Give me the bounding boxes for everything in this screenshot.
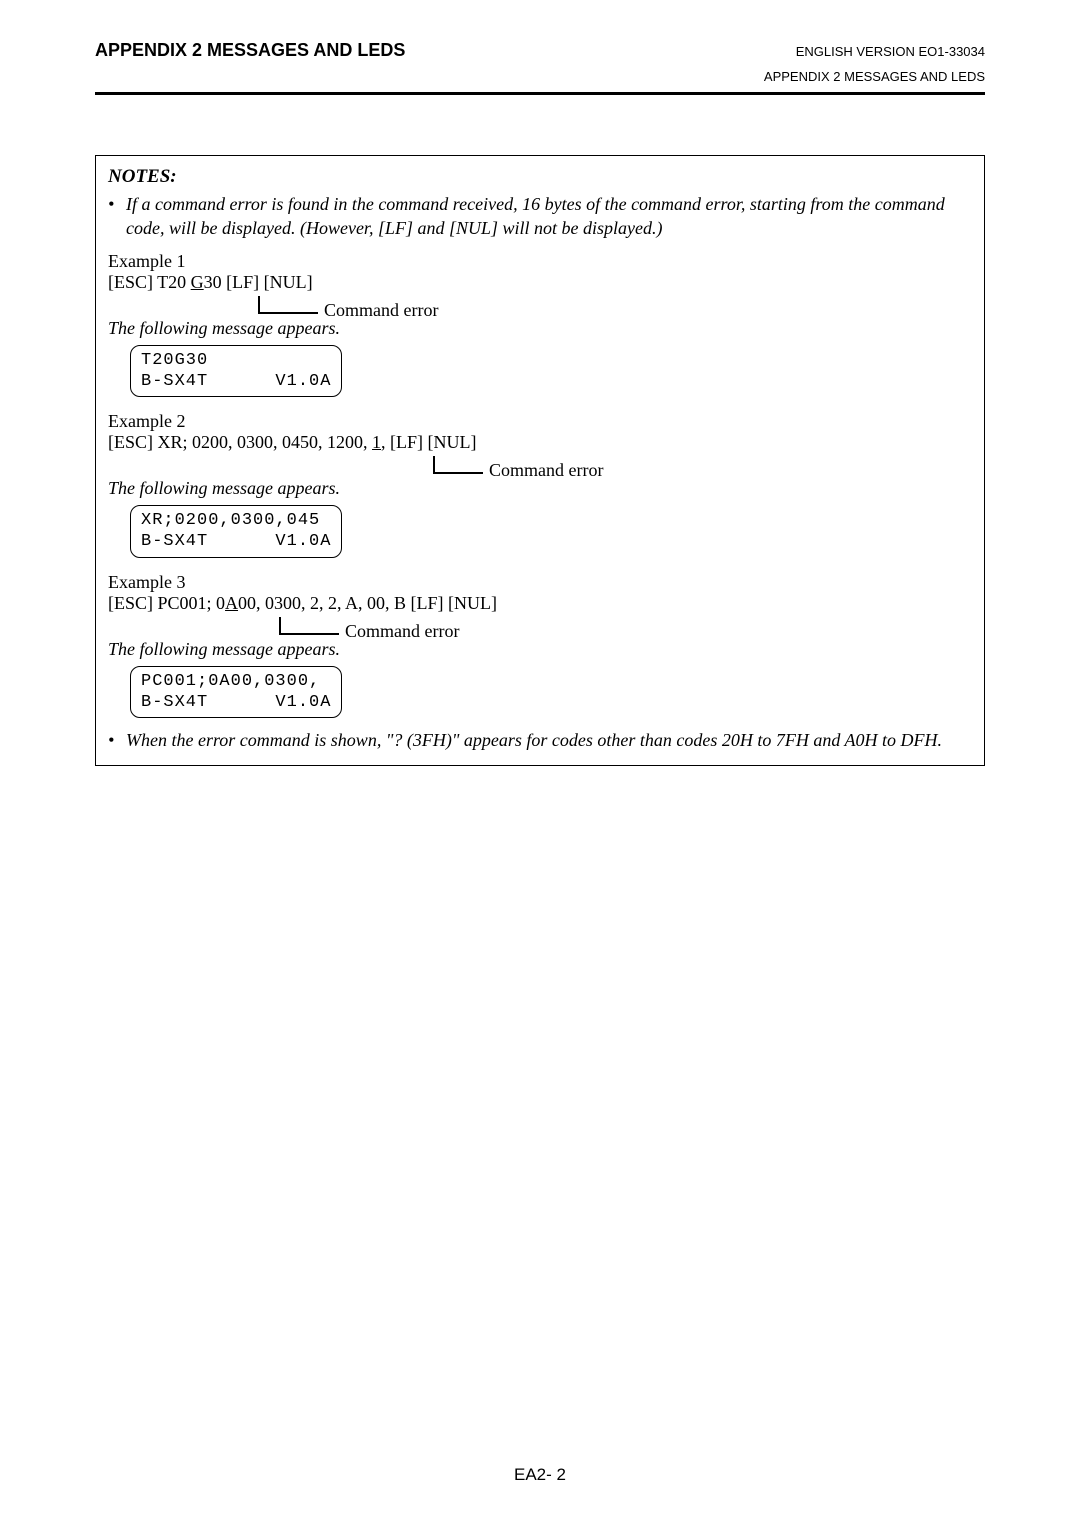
example-1-command: [ESC] T20 G30 [LF] [NUL] [108, 272, 972, 293]
example-2-callout: Command error [433, 453, 972, 474]
example-1-label: Example 1 [108, 251, 972, 272]
cmd-error-char: 1 [372, 432, 381, 452]
lcd-line-2: B-SX4T V1.0A [141, 692, 331, 713]
notes-bullet-2: • When the error command is shown, "? (3… [108, 730, 972, 751]
cmd-pre: [ESC] T20 [108, 272, 191, 292]
callout-bracket-icon [258, 296, 318, 314]
example-2-lcd: XR;0200,0300,045 B-SX4T V1.0A [130, 505, 342, 558]
page-header: APPENDIX 2 MESSAGES AND LEDS ENGLISH VER… [95, 40, 985, 61]
example-3-callout: Command error [279, 614, 972, 635]
example-2-label: Example 2 [108, 411, 972, 432]
example-1-callout: Command error [258, 293, 972, 314]
example-2-follow-msg: The following message appears. [108, 478, 972, 499]
lcd-line-1: XR;0200,0300,045 [141, 510, 331, 531]
notes-box: NOTES: • If a command error is found in … [95, 155, 985, 766]
notes-heading: NOTES: [108, 166, 972, 188]
header-subtitle: APPENDIX 2 MESSAGES AND LEDS [95, 69, 985, 84]
header-title-left: APPENDIX 2 MESSAGES AND LEDS [95, 40, 405, 61]
notes-bullet-1: • If a command error is found in the com… [108, 192, 972, 241]
cmd-pre: [ESC] XR; 0200, 0300, 0450, 1200, [108, 432, 372, 452]
example-1-lcd: T20G30 B-SX4T V1.0A [130, 345, 342, 398]
cmd-pre: [ESC] PC001; 0 [108, 593, 225, 613]
cmd-post: 00, 0300, 2, 2, A, 00, B [LF] [NUL] [238, 593, 497, 613]
bullet-icon: • [108, 730, 126, 751]
notes-bullet-1-text: If a command error is found in the comma… [126, 192, 972, 241]
header-version-right: ENGLISH VERSION EO1-33034 [796, 44, 985, 59]
callout-bracket-icon [433, 456, 483, 474]
cmd-post: 30 [LF] [NUL] [204, 272, 313, 292]
lcd-line-2: B-SX4T V1.0A [141, 371, 331, 392]
cmd-error-char: G [191, 272, 204, 292]
example-3-follow-msg: The following message appears. [108, 639, 972, 660]
bullet-icon: • [108, 192, 126, 241]
notes-bullet-2-text: When the error command is shown, "? (3FH… [126, 730, 972, 751]
callout-label: Command error [489, 460, 603, 481]
example-3-command: [ESC] PC001; 0A00, 0300, 2, 2, A, 00, B … [108, 593, 972, 614]
example-2-command: [ESC] XR; 0200, 0300, 0450, 1200, 1, [LF… [108, 432, 972, 453]
example-3-label: Example 3 [108, 572, 972, 593]
lcd-line-1: PC001;0A00,0300, [141, 671, 331, 692]
cmd-error-char: A [225, 593, 238, 613]
callout-label: Command error [345, 621, 459, 642]
example-3-lcd: PC001;0A00,0300, B-SX4T V1.0A [130, 666, 342, 719]
example-1-follow-msg: The following message appears. [108, 318, 972, 339]
header-divider [95, 92, 985, 95]
lcd-line-2: B-SX4T V1.0A [141, 531, 331, 552]
callout-label: Command error [324, 300, 438, 321]
cmd-post: , [LF] [NUL] [381, 432, 476, 452]
callout-bracket-icon [279, 617, 339, 635]
lcd-line-1: T20G30 [141, 350, 331, 371]
page-number: EA2- 2 [0, 1465, 1080, 1485]
